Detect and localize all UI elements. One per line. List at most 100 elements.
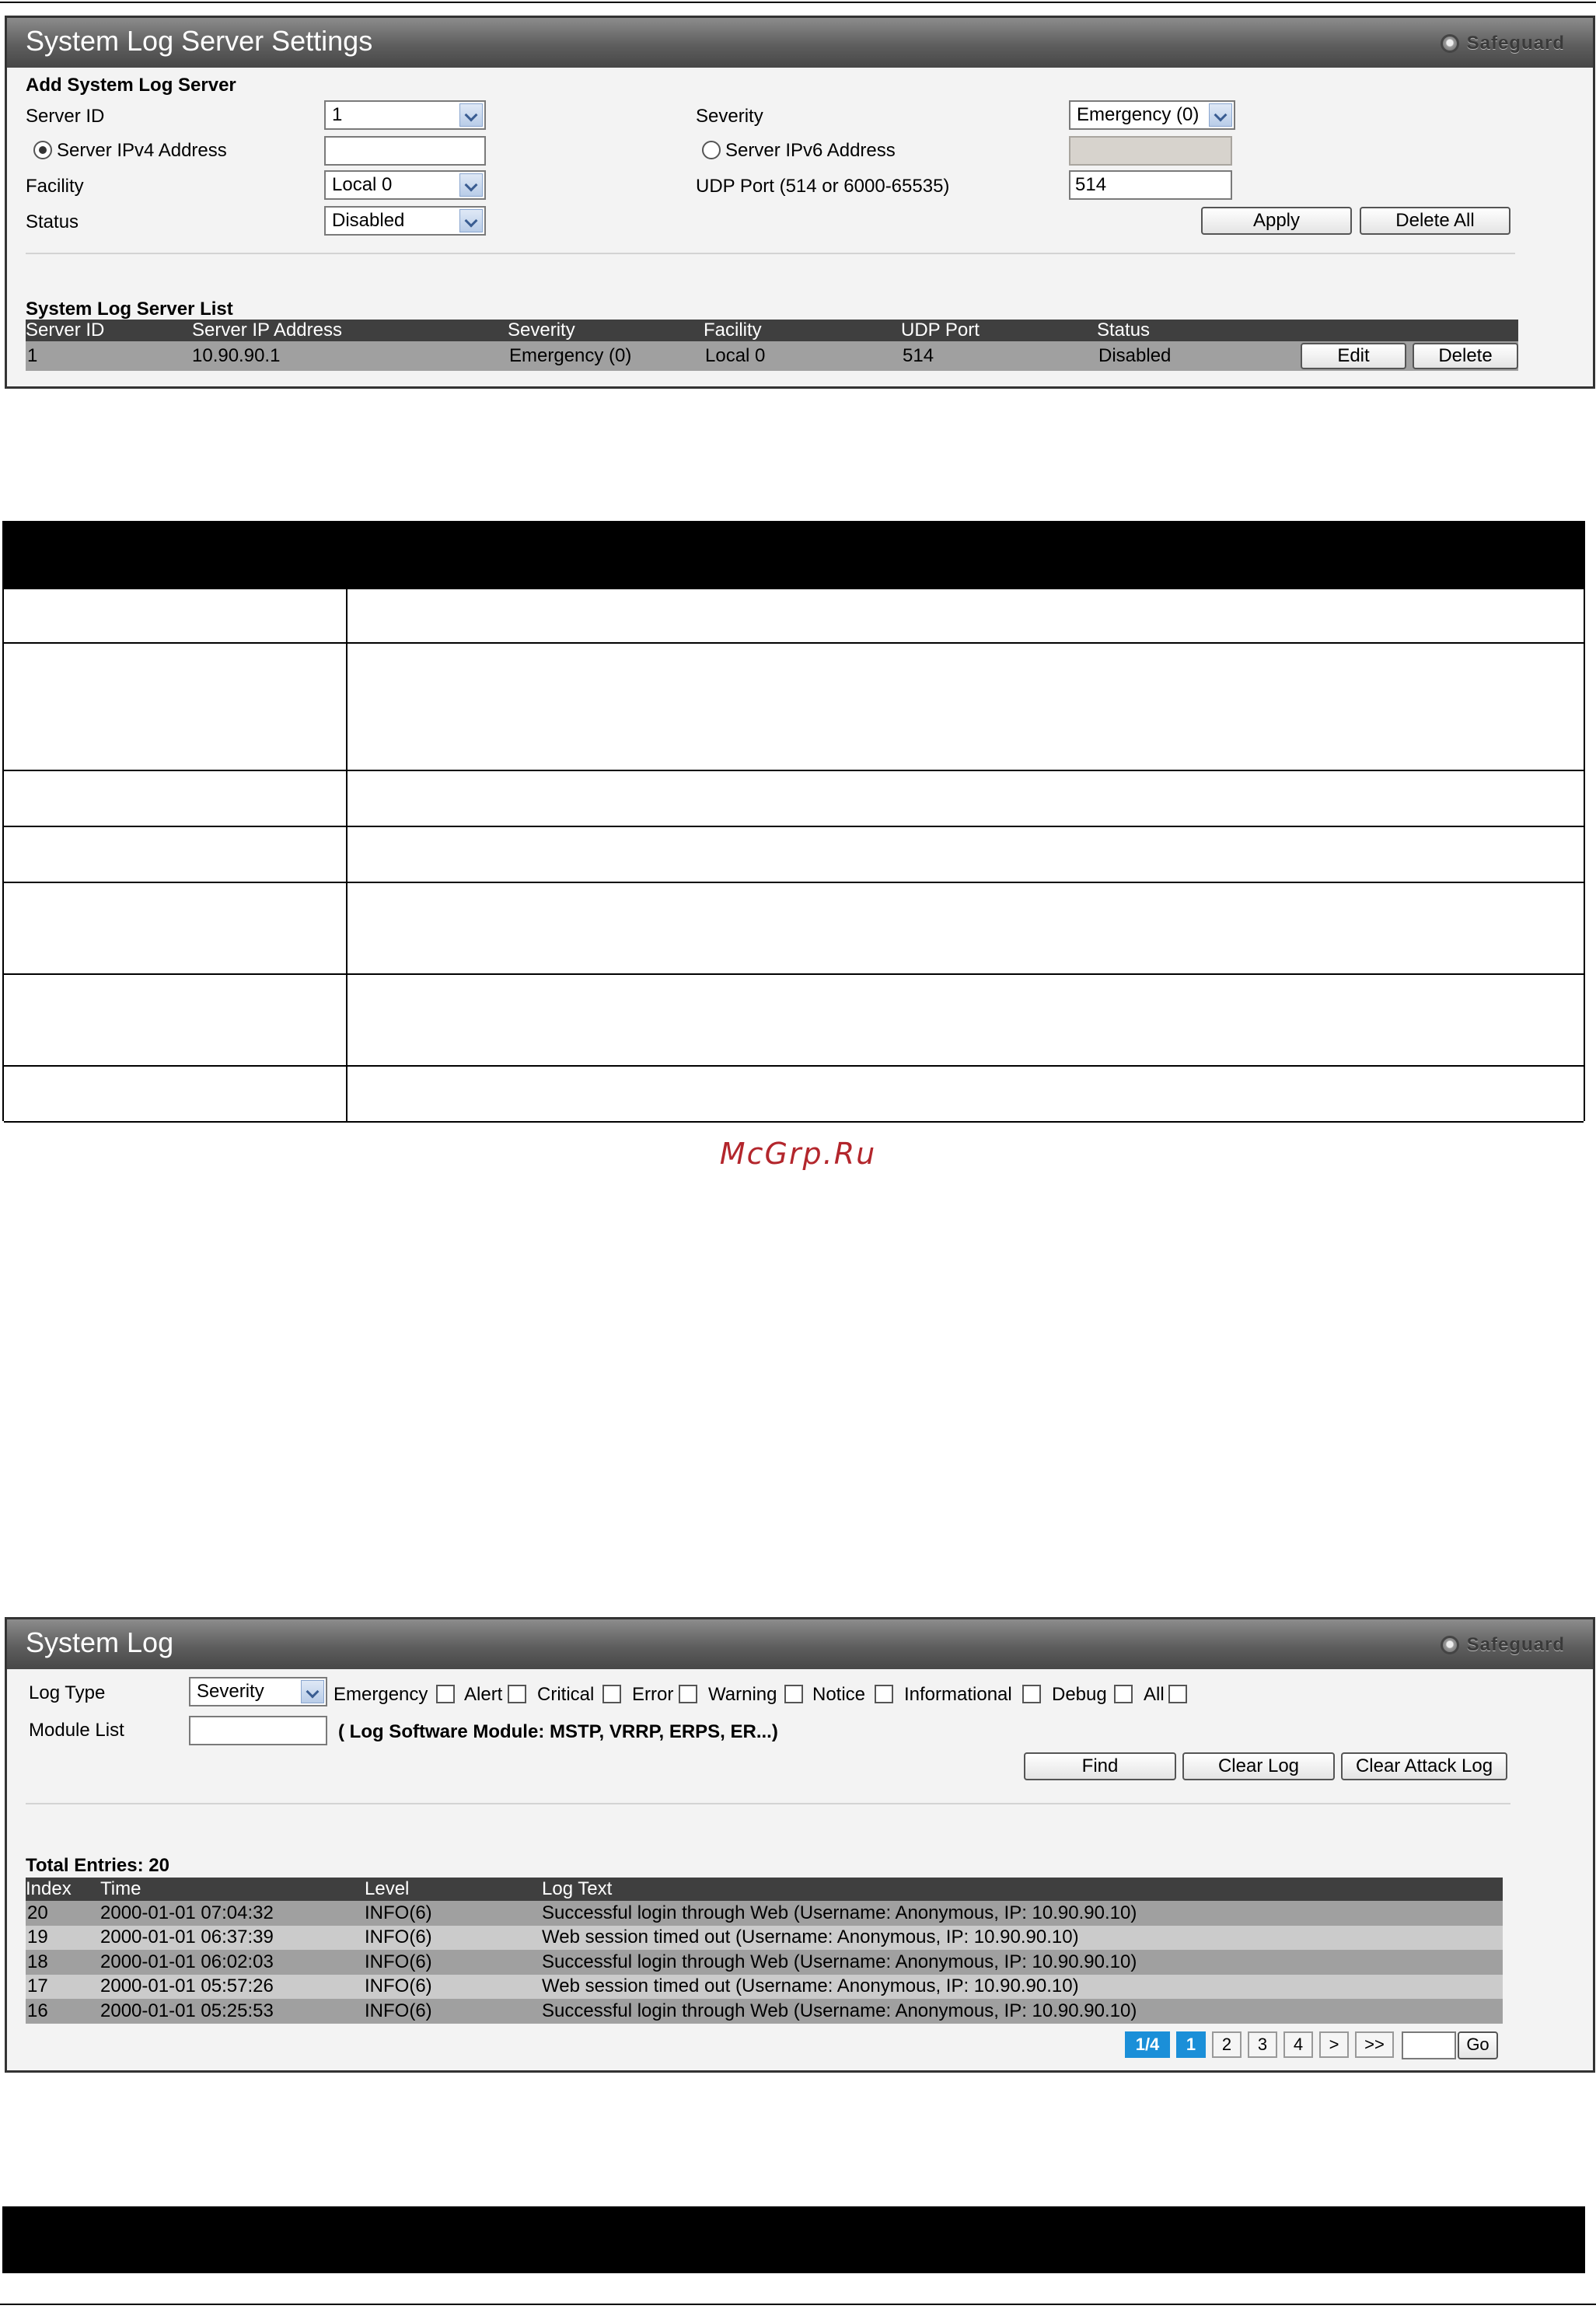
severity-select[interactable]: Emergency (0) <box>1069 100 1235 130</box>
total-entries: Total Entries: 20 <box>26 1855 169 1876</box>
delete-all-button[interactable]: Delete All <box>1360 207 1510 235</box>
level-alert-label: Alert <box>464 1684 503 1705</box>
row-status: Disabled <box>1098 345 1172 366</box>
safeguard-indicator: Safeguard <box>1440 1632 1565 1658</box>
ipv4-radio[interactable] <box>33 141 52 159</box>
row-time: 2000-01-01 06:37:39 <box>100 1926 274 1947</box>
udp-port-input[interactable]: 514 <box>1069 170 1232 200</box>
level-notice-checkbox[interactable] <box>875 1685 893 1703</box>
udp-port-label: UDP Port (514 or 6000-65535) <box>696 176 950 197</box>
row-time: 2000-01-01 06:02:03 <box>100 1951 274 1972</box>
server-id-label: Server ID <box>26 106 105 127</box>
level-informational-checkbox[interactable] <box>1022 1685 1041 1703</box>
safeguard-label: Safeguard <box>1466 1634 1565 1655</box>
level-debug-checkbox[interactable] <box>1114 1685 1133 1703</box>
level-warning-checkbox[interactable] <box>784 1685 803 1703</box>
row-index: 19 <box>27 1926 48 1947</box>
level-debug-label: Debug <box>1052 1684 1107 1705</box>
facility-value: Local 0 <box>332 174 393 195</box>
row-level: INFO(6) <box>365 1975 432 1996</box>
col-server-id: Server ID <box>26 320 105 341</box>
bottom-table-header <box>2 2206 1585 2273</box>
page-button-1[interactable]: 1 <box>1176 2031 1206 2058</box>
add-section-title: Add System Log Server <box>26 75 236 96</box>
col-index: Index <box>26 1878 72 1899</box>
module-list-input[interactable] <box>189 1716 327 1745</box>
level-emergency-label: Emergency <box>334 1684 428 1705</box>
description-row <box>4 883 1584 975</box>
page-button-4[interactable]: 4 <box>1283 2031 1313 2058</box>
severity-value: Emergency (0) <box>1077 104 1200 125</box>
row-level: INFO(6) <box>365 2000 432 2021</box>
row-index: 18 <box>27 1951 48 1972</box>
module-list-hint: ( Log Software Module: MSTP, VRRP, ERPS,… <box>338 1721 778 1742</box>
find-button[interactable]: Find <box>1024 1752 1176 1780</box>
chevron-down-icon <box>301 1680 324 1703</box>
col-server-ip: Server IP Address <box>192 320 342 341</box>
page-number-input[interactable] <box>1402 2031 1456 2059</box>
col-status: Status <box>1097 320 1151 341</box>
facility-select[interactable]: Local 0 <box>324 170 486 200</box>
table-row: 16 2000-01-01 05:25:53 INFO(6) Successfu… <box>26 1999 1503 2024</box>
row-log-text: Web session timed out (Username: Anonymo… <box>542 1926 1079 1947</box>
ipv4-input[interactable] <box>324 136 486 166</box>
clear-attack-log-button[interactable]: Clear Attack Log <box>1341 1752 1507 1780</box>
section-divider <box>26 1803 1510 1804</box>
description-row <box>4 1067 1584 1123</box>
row-udp-port: 514 <box>903 345 934 366</box>
description-row <box>4 771 1584 827</box>
page-button-3[interactable]: 3 <box>1248 2031 1277 2058</box>
log-type-label: Log Type <box>29 1682 106 1703</box>
server-id-select[interactable]: 1 <box>324 100 486 130</box>
level-error-checkbox[interactable] <box>679 1685 697 1703</box>
row-time: 2000-01-01 05:57:26 <box>100 1975 274 1996</box>
level-notice-label: Notice <box>812 1684 866 1705</box>
level-alert-checkbox[interactable] <box>508 1685 526 1703</box>
last-page-button[interactable]: >> <box>1355 2031 1394 2058</box>
ipv6-label: Server IPv6 Address <box>725 140 896 161</box>
row-level: INFO(6) <box>365 1951 432 1972</box>
row-server-ip: 10.90.90.1 <box>192 345 281 366</box>
row-level: INFO(6) <box>365 1902 432 1923</box>
go-button[interactable]: Go <box>1458 2031 1498 2059</box>
edit-button[interactable]: Edit <box>1301 343 1406 369</box>
row-log-text: Successful login through Web (Username: … <box>542 1902 1137 1923</box>
clear-log-button[interactable]: Clear Log <box>1182 1752 1335 1780</box>
ipv6-input[interactable] <box>1069 136 1232 166</box>
section-divider <box>26 253 1515 254</box>
col-level: Level <box>365 1878 410 1899</box>
row-index: 16 <box>27 2000 48 2021</box>
row-index: 20 <box>27 1902 48 1923</box>
page-button-2[interactable]: 2 <box>1212 2031 1242 2058</box>
server-id-value: 1 <box>332 104 343 125</box>
row-severity: Emergency (0) <box>509 345 632 366</box>
row-level: INFO(6) <box>365 1926 432 1947</box>
level-critical-checkbox[interactable] <box>602 1685 621 1703</box>
list-section-title: System Log Server List <box>26 299 233 320</box>
next-page-button[interactable]: > <box>1319 2031 1349 2058</box>
ipv6-radio[interactable] <box>702 141 721 159</box>
col-time: Time <box>100 1878 141 1899</box>
log-type-select[interactable]: Severity <box>189 1677 327 1706</box>
level-all-checkbox[interactable] <box>1168 1685 1187 1703</box>
description-row <box>4 827 1584 883</box>
row-server-id: 1 <box>27 345 38 366</box>
system-log-panel: System Log Safeguard Log Type Severity E… <box>5 1617 1595 2073</box>
apply-button[interactable]: Apply <box>1201 207 1352 235</box>
chevron-down-icon <box>459 173 483 197</box>
delete-button[interactable]: Delete <box>1413 343 1518 369</box>
status-select[interactable]: Disabled <box>324 206 486 236</box>
row-log-text: Successful login through Web (Username: … <box>542 2000 1137 2021</box>
panel-header: System Log Safeguard <box>7 1619 1593 1669</box>
pagination: 1/4 1 2 3 4 > >> Go <box>1125 2031 1498 2059</box>
watermark-text: McGrp.Ru <box>719 1137 877 1171</box>
table-row: 1 10.90.90.1 Emergency (0) Local 0 514 D… <box>26 341 1518 371</box>
page-indicator: 1/4 <box>1125 2031 1170 2058</box>
chevron-down-icon <box>459 209 483 232</box>
col-udp-port: UDP Port <box>901 320 980 341</box>
description-row <box>4 589 1584 644</box>
row-time: 2000-01-01 07:04:32 <box>100 1902 274 1923</box>
table-row: 19 2000-01-01 06:37:39 INFO(6) Web sessi… <box>26 1926 1503 1950</box>
panel-header: System Log Server Settings Safeguard <box>7 18 1593 68</box>
level-emergency-checkbox[interactable] <box>436 1685 455 1703</box>
